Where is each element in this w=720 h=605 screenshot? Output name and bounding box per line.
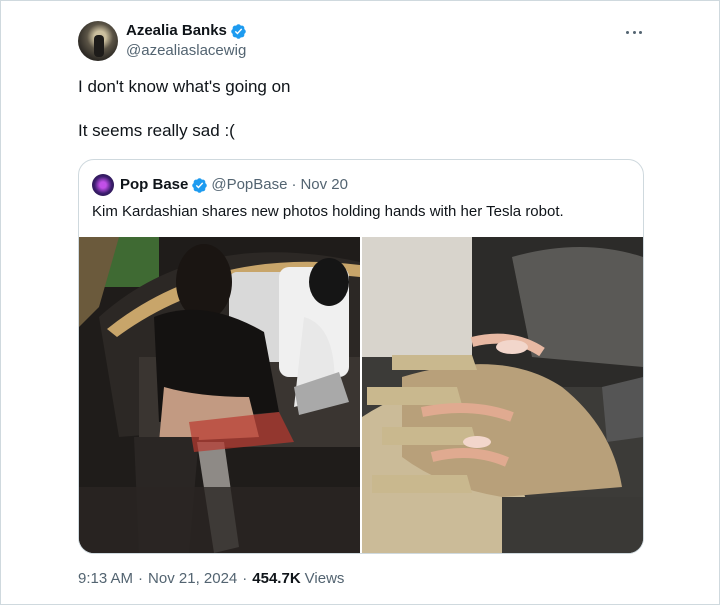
tweet-meta: 9:13 AM · Nov 21, 2024 · 454.7K Views [78, 570, 344, 588]
verified-badge-icon [192, 177, 208, 193]
quoted-author-handle[interactable]: @PopBase [211, 176, 287, 194]
views-label: Views [304, 570, 345, 587]
author-name-row: Azealia Banks [126, 22, 247, 40]
author-display-name[interactable]: Azealia Banks [126, 22, 227, 40]
quoted-tweet-date[interactable]: Nov 20 [300, 176, 348, 194]
tweet-time[interactable]: 9:13 AM [78, 570, 133, 588]
media-photo-hands[interactable] [362, 237, 643, 553]
tweet-card: Azealia Banks @azealiaslacewig I don't k… [0, 0, 720, 605]
quoted-tweet-text: Kim Kardashian shares new photos holding… [92, 203, 564, 220]
views-count[interactable]: 454.7K [252, 570, 300, 588]
author-handle[interactable]: @azealiaslacewig [126, 42, 246, 60]
author-avatar[interactable] [78, 21, 118, 61]
quoted-author-name[interactable]: Pop Base [120, 176, 188, 194]
media-photo-car[interactable] [79, 237, 360, 553]
car-scene-illustration [79, 237, 360, 553]
quoted-tweet[interactable]: Pop Base @PopBase · Nov 20 Kim Kardashia… [78, 159, 644, 554]
tweet-date[interactable]: Nov 21, 2024 [148, 570, 237, 588]
hands-closeup-illustration [362, 237, 643, 553]
verified-badge-icon [231, 23, 246, 39]
quoted-author-avatar[interactable] [92, 174, 114, 196]
separator-dot: · [242, 570, 248, 587]
tweet-text: I don't know what's going on It seems re… [78, 77, 291, 141]
more-options-icon[interactable] [623, 25, 645, 39]
quoted-tweet-header: Pop Base @PopBase · Nov 20 [120, 176, 348, 194]
tweet-text-line-1: I don't know what's going on [78, 77, 291, 96]
separator-dot: · [138, 570, 144, 587]
separator-dot: · [291, 176, 297, 193]
quoted-media-grid [79, 237, 643, 553]
tweet-text-line-2: It seems really sad :( [78, 121, 235, 140]
